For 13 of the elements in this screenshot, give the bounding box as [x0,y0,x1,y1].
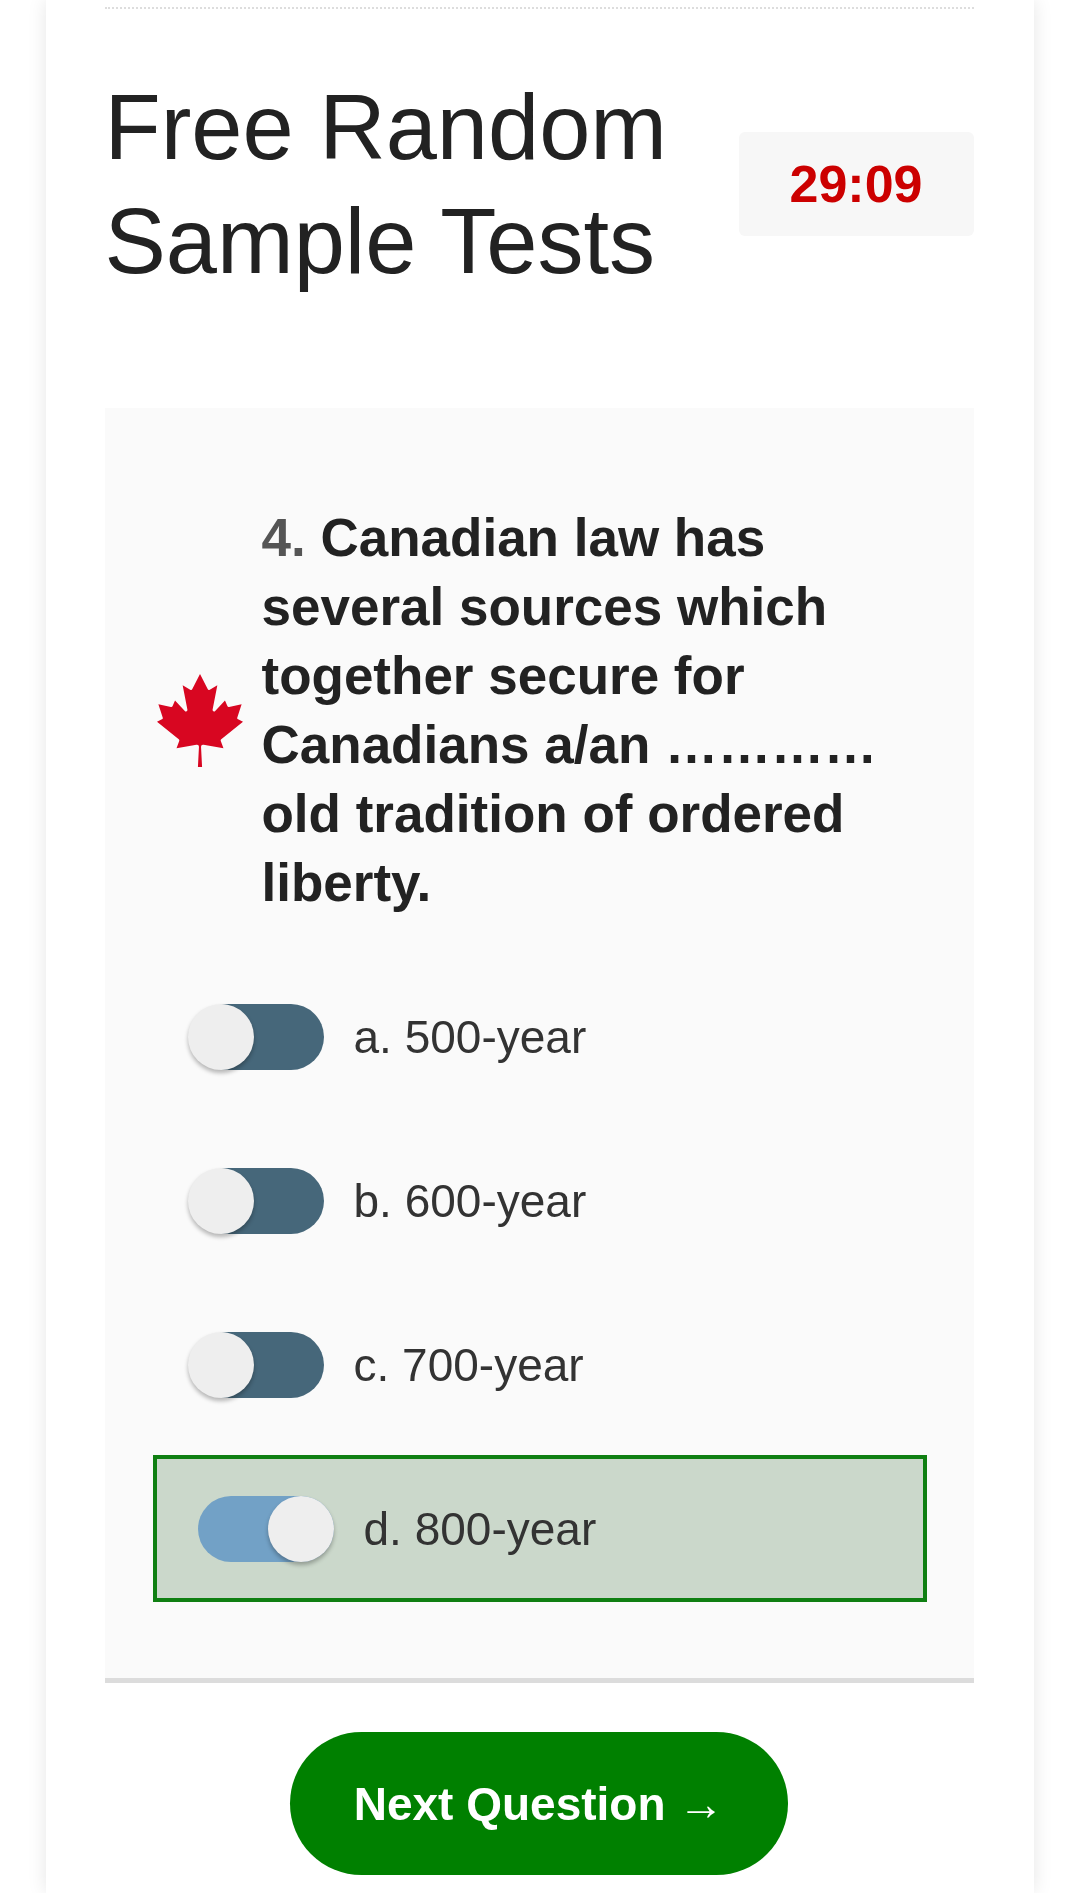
next-question-button[interactable]: Next Question → [290,1732,788,1875]
option-label[interactable]: d. 800-year [363,1501,597,1556]
option-label[interactable]: b. 600-year [353,1173,587,1228]
toggle-switch[interactable] [187,1331,324,1398]
countdown-timer: 29:09 [738,132,974,236]
option-label[interactable]: c. 700-year [353,1337,584,1392]
question-text: 4. Canadian law has several sources which together secure for Canadians a/an ………… old tradition of ordered liberty. [261,507,879,914]
maple-leaf-icon [156,673,243,767]
toggle-switch[interactable] [187,1167,324,1234]
toggle-switch[interactable] [197,1495,334,1562]
option-label[interactable]: a. 500-year [353,1009,587,1064]
toggle-switch[interactable] [187,1003,324,1070]
page-title: Free Random Sample Tests [104,75,668,294]
